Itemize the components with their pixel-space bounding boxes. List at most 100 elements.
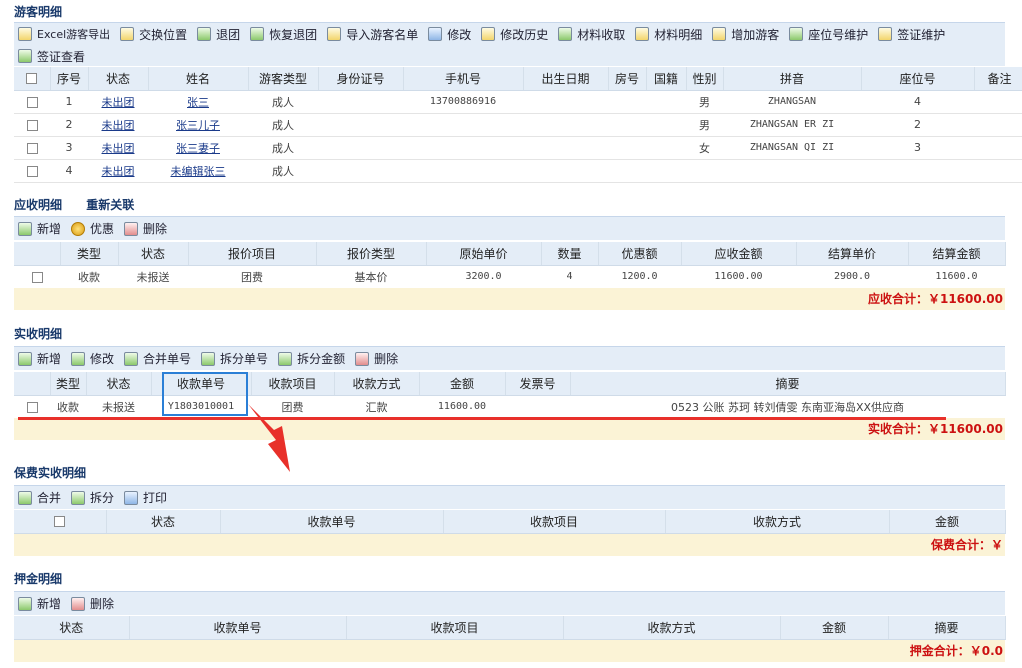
insurance-header-row: 状态 收款单号 收款项目 收款方式 金额 <box>14 510 1006 534</box>
insurance-table: 状态 收款单号 收款项目 收款方式 金额 <box>14 510 1006 534</box>
cell: ZHANGSAN QI ZI <box>723 136 861 160</box>
delete-received-button[interactable]: 删除 <box>355 348 398 370</box>
material-collect-button[interactable]: 材料收取 <box>558 23 625 45</box>
cell: 收款 <box>60 265 118 289</box>
insurance-title: 保费实收明细 <box>14 466 87 480</box>
col-header: 收款单号 <box>220 510 444 534</box>
material-detail-button[interactable]: 材料明细 <box>635 23 702 45</box>
cell: 4 <box>861 90 974 114</box>
import-list-button[interactable]: 导入游客名单 <box>327 23 418 45</box>
edit-button[interactable]: 修改 <box>428 23 471 45</box>
cell: 成人 <box>248 136 318 160</box>
seat-maintain-button[interactable]: 座位号维护 <box>789 23 868 45</box>
magnifier-icon <box>481 27 496 41</box>
receivable-total: 应收合计：￥11600.00 <box>14 288 1005 310</box>
split-button[interactable]: 拆分 <box>71 487 114 509</box>
delete-icon <box>355 351 370 366</box>
visa-view-button[interactable]: 签证查看 <box>18 45 85 67</box>
merge-icon <box>18 490 32 505</box>
edit-received-button[interactable]: 修改 <box>71 348 114 370</box>
cell: 4 <box>50 159 88 183</box>
cell: 2900.0 <box>796 265 908 289</box>
discount-button[interactable]: 优惠 <box>71 218 114 240</box>
col-header: 金额 <box>889 510 1006 534</box>
row-checkbox[interactable] <box>14 395 50 419</box>
add-receivable-button[interactable]: 新增 <box>18 218 61 240</box>
row-checkbox[interactable] <box>14 90 50 114</box>
magnifier-icon <box>18 27 32 41</box>
swap-position-button[interactable]: 交换位置 <box>120 23 187 45</box>
cell <box>318 90 403 114</box>
deposit-table-wrap: 状态 收款单号 收款项目 收款方式 金额 摘要 <box>14 616 1006 640</box>
row-checkbox[interactable] <box>14 136 50 160</box>
annotation-underline <box>18 417 946 420</box>
tourists-title: 游客明细 <box>14 5 63 19</box>
table-row: 1 未出团 张三 成人 13700886916 男 ZHANGSAN 4 <box>14 90 1022 114</box>
add-tourist-button[interactable]: 增加游客 <box>712 23 779 45</box>
cell <box>646 90 686 114</box>
insurance-table-wrap: 状态 收款单号 收款项目 收款方式 金额 <box>14 510 1006 534</box>
cell <box>646 113 686 137</box>
cell <box>646 136 686 160</box>
col-header: 报价项目 <box>188 242 317 266</box>
cell <box>861 159 974 183</box>
select-all-checkbox[interactable] <box>14 510 107 534</box>
excel-export-button[interactable]: Excel游客导出 <box>18 23 110 45</box>
magnifier-icon <box>635 27 650 41</box>
restore-withdraw-button[interactable]: 恢复退团 <box>250 23 317 45</box>
name-link[interactable]: 张三儿子 <box>148 113 248 137</box>
cell: 女 <box>686 136 723 160</box>
cell <box>505 395 570 419</box>
edit-history-button[interactable]: 修改历史 <box>481 23 548 45</box>
col-header: 游客类型 <box>248 67 319 91</box>
merge-billno-button[interactable]: 合并单号 <box>124 348 191 370</box>
table-row: 3 未出团 张三妻子 成人 女 ZHANGSAN QI ZI 3 <box>14 136 1022 160</box>
status-link[interactable]: 未出团 <box>88 136 148 160</box>
row-checkbox[interactable] <box>14 265 60 289</box>
print-button[interactable]: 打印 <box>124 487 167 509</box>
col-header: 房号 <box>608 67 647 91</box>
col-header: 类型 <box>50 372 87 396</box>
status-link[interactable]: 未出团 <box>88 113 148 137</box>
split-amount-button[interactable]: 拆分金额 <box>278 348 345 370</box>
magnifier-icon <box>120 27 135 41</box>
col-header: 手机号 <box>403 67 524 91</box>
printer-icon <box>124 490 139 505</box>
row-checkbox[interactable] <box>14 113 50 137</box>
col-header: 结算单价 <box>796 242 909 266</box>
add-received-button[interactable]: 新增 <box>18 348 61 370</box>
visa-maintain-button[interactable]: 签证维护 <box>878 23 945 45</box>
delete-receivable-button[interactable]: 删除 <box>124 218 167 240</box>
split-billno-button[interactable]: 拆分单号 <box>201 348 268 370</box>
status-link[interactable]: 未出团 <box>88 159 148 183</box>
cell: 男 <box>686 113 723 137</box>
col-header: 身份证号 <box>318 67 404 91</box>
add-deposit-button[interactable]: 新增 <box>18 593 61 615</box>
received-title: 实收明细 <box>14 327 63 341</box>
col-header: 数量 <box>541 242 599 266</box>
insurance-total: 保费合计：￥ <box>14 534 1005 556</box>
col-header: 收款方式 <box>334 372 420 396</box>
col-header: 性别 <box>686 67 724 91</box>
cell: 2 <box>50 113 88 137</box>
cell <box>974 159 1022 183</box>
status-link[interactable]: 未出团 <box>88 90 148 114</box>
cell: 3200.0 <box>426 265 541 289</box>
col-header: 状态 <box>86 372 152 396</box>
name-link[interactable]: 张三妻子 <box>148 136 248 160</box>
delete-deposit-button[interactable]: 删除 <box>71 593 114 615</box>
withdraw-button[interactable]: 退团 <box>197 23 240 45</box>
merge-button[interactable]: 合并 <box>18 487 61 509</box>
name-link[interactable]: 张三 <box>148 90 248 114</box>
split-icon <box>278 351 293 366</box>
cell: 1200.0 <box>598 265 681 289</box>
cell <box>523 113 608 137</box>
relink-button[interactable]: 重新关联 <box>86 198 134 212</box>
name-link[interactable]: 未编辑张三 <box>148 159 248 183</box>
select-all-checkbox[interactable] <box>14 67 51 91</box>
cell <box>646 159 686 183</box>
col-header: 摘要 <box>888 616 1006 640</box>
receivable-toolbar: 新增 优惠 删除 <box>14 216 1005 240</box>
table-row: 收款 未报送 团费 基本价 3200.0 4 1200.0 11600.00 2… <box>14 265 1005 289</box>
row-checkbox[interactable] <box>14 159 50 183</box>
